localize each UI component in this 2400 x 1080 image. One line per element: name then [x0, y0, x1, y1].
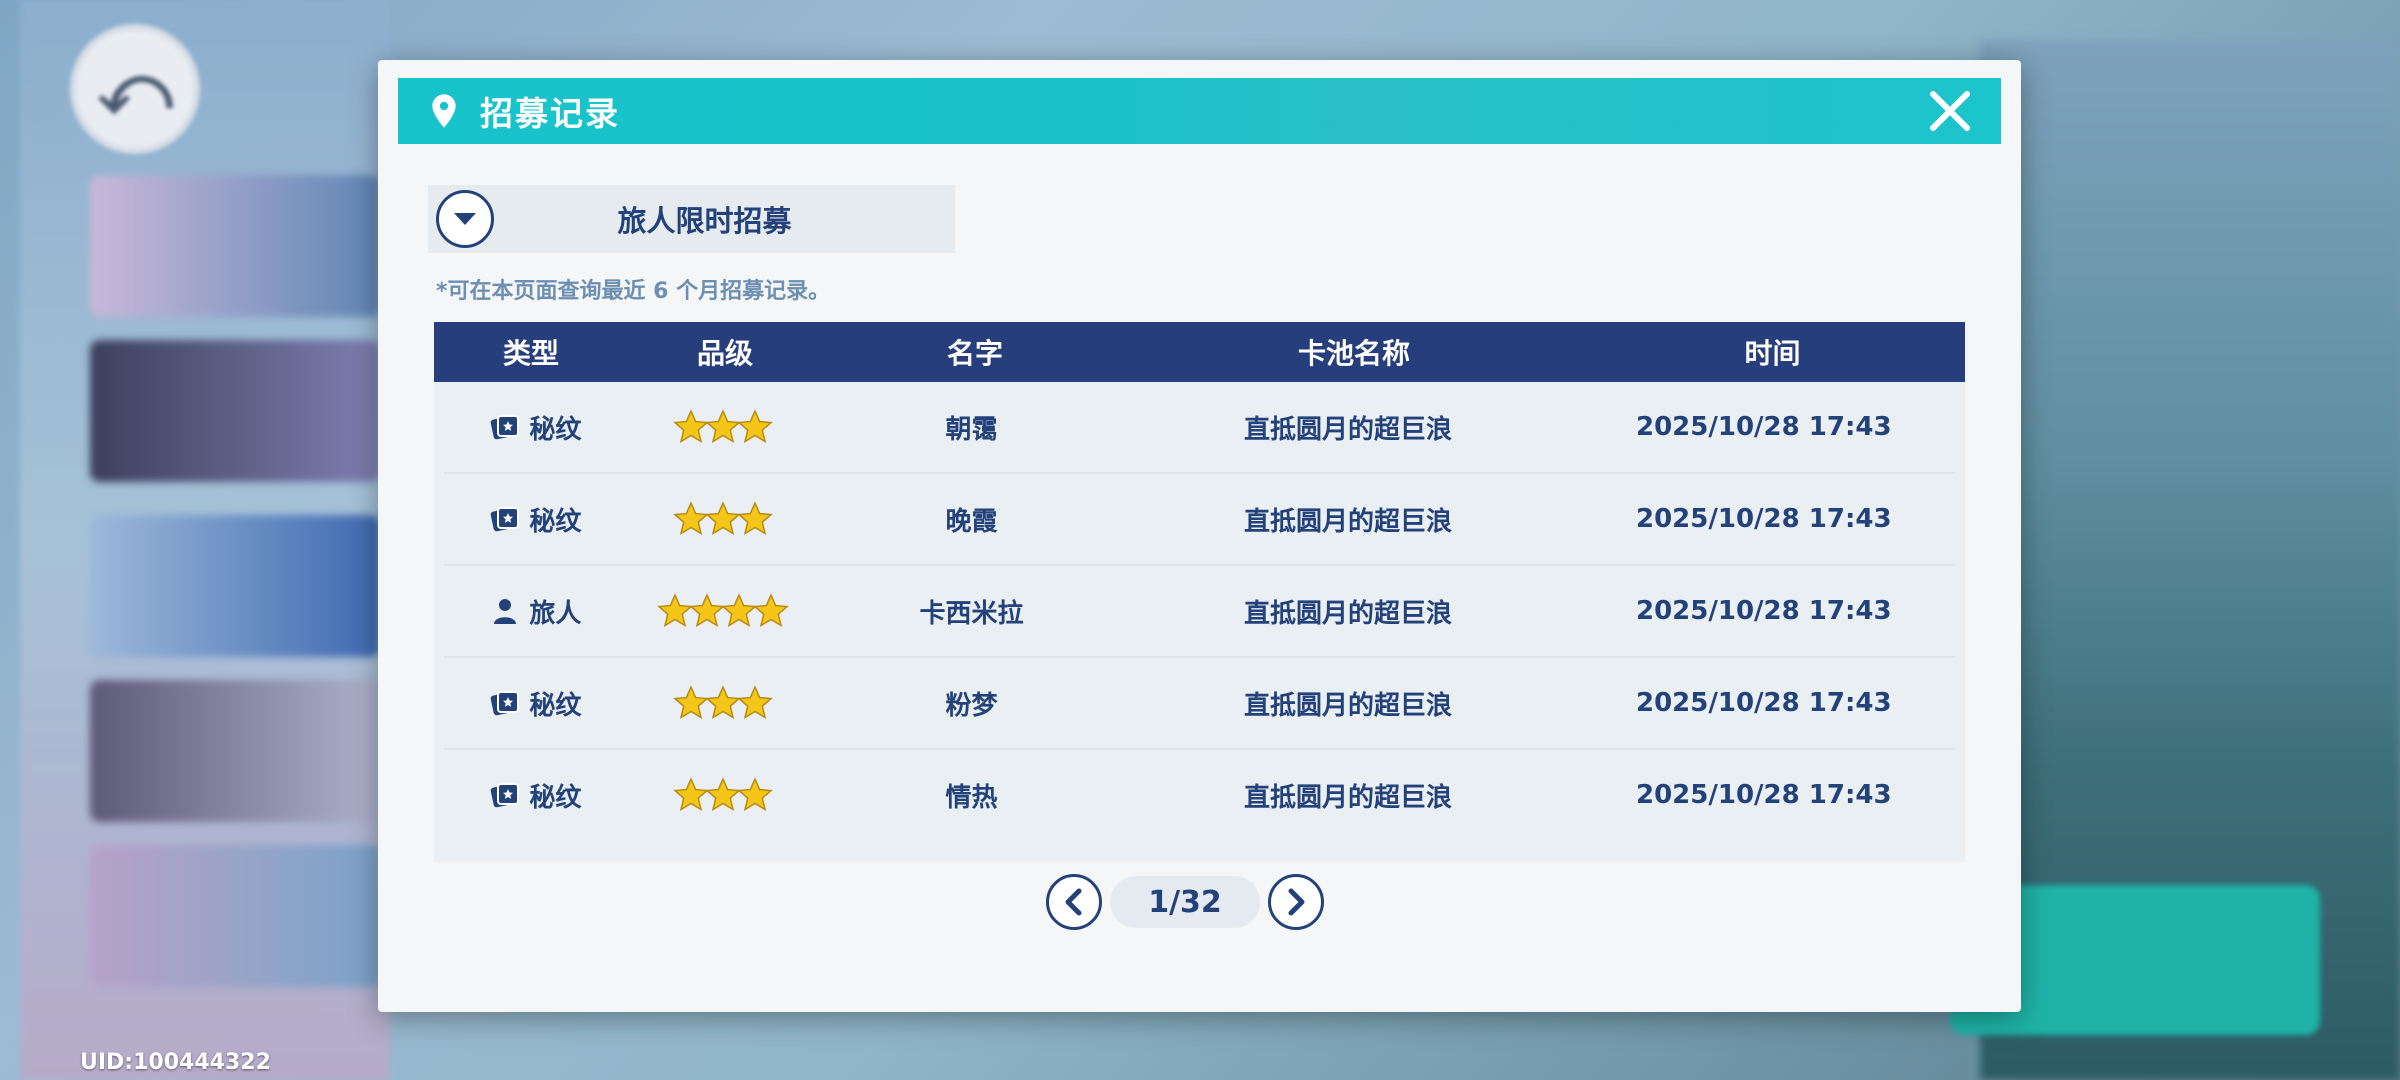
uid-label: UID:100444322 — [80, 1050, 271, 1075]
star-icon — [737, 409, 773, 444]
table-body: 秘纹 朝霭 直抵圆月的超巨浪 2025/10/28 17:43 秘纹 晚霞 直抵圆月的超巨浪… — [434, 382, 1965, 840]
star-icon — [673, 777, 709, 812]
card-icon — [491, 415, 520, 440]
modal-header: 招募记录 — [398, 78, 2001, 144]
star-icon — [737, 501, 773, 536]
card-icon — [491, 691, 520, 716]
row-type: 秘纹 — [444, 409, 627, 446]
background-card — [90, 340, 380, 482]
header-time: 时间 — [1744, 337, 1801, 370]
background-card — [90, 680, 380, 822]
history-note: *可在本页面查询最近 6 个月招募记录。 — [436, 279, 831, 304]
star-icon — [721, 593, 757, 628]
row-type: 旅人 — [444, 593, 627, 630]
chevron-left-icon — [1065, 888, 1082, 916]
header-grade: 品级 — [696, 337, 753, 370]
recruit-history-modal: 招募记录 旅人限时招募 *可在本页面查询最近 6 个月招募记录。 类型 品级 名… — [378, 60, 2021, 1012]
row-grade — [627, 409, 820, 445]
star-icon — [737, 777, 773, 812]
dropdown-selected-label: 旅人限时招募 — [617, 204, 792, 238]
row-type-label: 秘纹 — [529, 414, 582, 445]
table-row: 旅人 卡西米拉 直抵圆月的超巨浪 2025/10/28 17:43 — [444, 566, 1955, 658]
pool-dropdown[interactable]: 旅人限时招募 — [428, 185, 955, 253]
location-pin-icon — [432, 94, 456, 128]
chevron-down-icon — [454, 213, 476, 225]
modal-title: 招募记录 — [480, 94, 620, 133]
star-icon — [705, 685, 741, 720]
background-card — [90, 515, 380, 657]
row-name: 晚霞 — [945, 506, 998, 537]
page-indicator: 1/32 — [1110, 876, 1260, 928]
row-name: 情热 — [945, 782, 998, 813]
row-time: 2025/10/28 17:43 — [1636, 780, 1892, 810]
row-time: 2025/10/28 17:43 — [1636, 412, 1892, 442]
table-row: 秘纹 粉梦 直抵圆月的超巨浪 2025/10/28 17:43 — [444, 658, 1955, 750]
star-icon — [673, 501, 709, 536]
row-name: 卡西米拉 — [919, 598, 1024, 629]
dropdown-toggle-button[interactable] — [436, 190, 494, 248]
next-page-button[interactable] — [1268, 874, 1324, 930]
close-icon[interactable] — [1925, 86, 1975, 136]
star-icon — [705, 501, 741, 536]
row-pool: 直抵圆月的超巨浪 — [1244, 782, 1453, 813]
background-card — [90, 175, 380, 317]
history-table: 类型 品级 名字 卡池名称 时间 秘纹 朝霭 直抵圆月的超巨浪 2025/10/28 … — [434, 322, 1965, 862]
row-type-label: 秘纹 — [529, 506, 582, 537]
prev-page-button[interactable] — [1046, 874, 1102, 930]
person-icon — [494, 599, 517, 624]
star-icon — [673, 409, 709, 444]
row-time: 2025/10/28 17:43 — [1636, 504, 1892, 534]
star-icon — [673, 685, 709, 720]
table-row: 秘纹 情热 直抵圆月的超巨浪 2025/10/28 17:43 — [444, 750, 1955, 840]
row-grade — [627, 501, 820, 537]
row-grade — [627, 777, 820, 813]
star-icon — [753, 593, 789, 628]
back-icon: ⤺ — [70, 24, 200, 154]
star-icon — [689, 593, 725, 628]
table-row: 秘纹 朝霭 直抵圆月的超巨浪 2025/10/28 17:43 — [444, 382, 1955, 474]
row-grade — [627, 685, 820, 721]
row-grade — [627, 593, 820, 629]
row-type: 秘纹 — [444, 501, 627, 538]
row-type: 秘纹 — [444, 777, 627, 814]
star-icon — [705, 409, 741, 444]
card-icon — [491, 783, 520, 808]
row-type-label: 秘纹 — [529, 690, 582, 721]
chevron-right-icon — [1288, 888, 1305, 916]
row-pool: 直抵圆月的超巨浪 — [1244, 506, 1453, 537]
row-pool: 直抵圆月的超巨浪 — [1244, 598, 1453, 629]
row-type-label: 秘纹 — [529, 782, 582, 813]
row-pool: 直抵圆月的超巨浪 — [1244, 690, 1453, 721]
header-pool: 卡池名称 — [1297, 337, 1410, 370]
star-icon — [657, 593, 693, 628]
row-pool: 直抵圆月的超巨浪 — [1244, 414, 1453, 445]
header-type: 类型 — [502, 337, 559, 370]
star-icon — [705, 777, 741, 812]
row-time: 2025/10/28 17:43 — [1636, 596, 1892, 626]
table-header: 类型 品级 名字 卡池名称 时间 — [434, 322, 1965, 382]
row-type: 秘纹 — [444, 685, 627, 722]
star-icon — [737, 685, 773, 720]
row-time: 2025/10/28 17:43 — [1636, 688, 1892, 718]
row-name: 朝霭 — [945, 414, 998, 445]
card-icon — [491, 507, 520, 532]
table-row: 秘纹 晚霞 直抵圆月的超巨浪 2025/10/28 17:43 — [444, 474, 1955, 566]
row-type-label: 旅人 — [529, 598, 582, 629]
pagination: 1/32 — [1046, 874, 1324, 930]
background-card — [90, 845, 380, 987]
header-name: 名字 — [946, 337, 1003, 370]
row-name: 粉梦 — [945, 690, 998, 721]
